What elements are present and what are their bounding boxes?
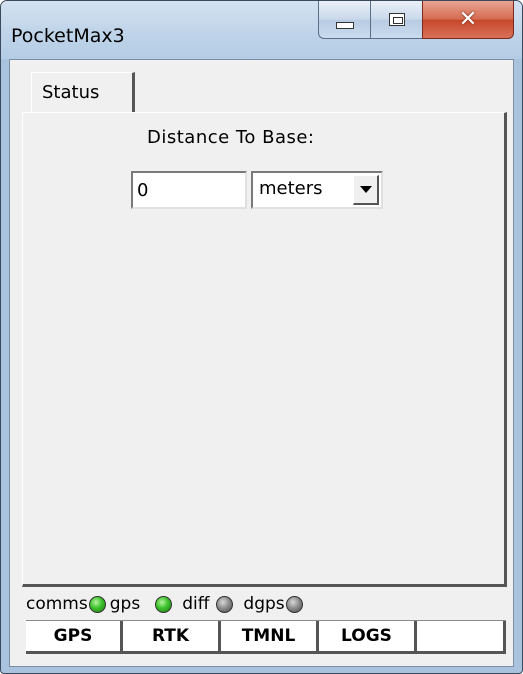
restore-icon bbox=[388, 13, 405, 26]
comms-led-icon bbox=[88, 595, 106, 613]
diff-led-icon bbox=[216, 595, 234, 613]
app-window: PocketMax3 ✕ Status Distance To Base: me… bbox=[0, 0, 523, 674]
tab-gps[interactable]: GPS bbox=[26, 621, 123, 651]
indicator-diff: diff bbox=[182, 594, 237, 614]
minimize-button[interactable] bbox=[318, 1, 370, 39]
maximize-button[interactable] bbox=[370, 1, 422, 39]
units-selected-value: meters bbox=[259, 178, 323, 199]
status-tab-panel: Distance To Base: meters bbox=[22, 112, 507, 587]
close-icon: ✕ bbox=[458, 7, 478, 32]
indicator-row: comms gps diff dgps bbox=[26, 590, 307, 618]
indicator-comms-label: comms bbox=[26, 594, 88, 614]
client-area: Status Distance To Base: meters comms gp… bbox=[9, 59, 514, 667]
window-controls: ✕ bbox=[318, 1, 514, 41]
tab-status[interactable]: Status bbox=[31, 72, 135, 112]
distance-to-base-label: Distance To Base: bbox=[147, 127, 315, 148]
window-title: PocketMax3 bbox=[11, 25, 125, 47]
tab-empty[interactable] bbox=[417, 621, 506, 651]
indicator-gps: gps bbox=[110, 594, 176, 614]
bottom-tab-bar: GPS RTK TMNL LOGS bbox=[26, 620, 506, 654]
indicator-comms: comms bbox=[26, 594, 110, 614]
tab-tmnl[interactable]: TMNL bbox=[221, 621, 319, 651]
indicator-dgps: dgps bbox=[243, 594, 306, 614]
gps-led-icon bbox=[155, 595, 173, 613]
dgps-led-icon bbox=[285, 595, 303, 613]
tab-logs[interactable]: LOGS bbox=[319, 621, 417, 651]
tab-status-label: Status bbox=[42, 82, 100, 103]
chevron-down-icon[interactable] bbox=[353, 175, 379, 205]
units-dropdown[interactable]: meters bbox=[251, 171, 383, 209]
minimize-icon bbox=[335, 22, 354, 29]
indicator-dgps-label: dgps bbox=[243, 594, 285, 614]
close-button[interactable]: ✕ bbox=[422, 1, 514, 39]
indicator-gps-label: gps bbox=[109, 594, 141, 614]
indicator-diff-label: diff bbox=[182, 594, 210, 614]
tab-rtk[interactable]: RTK bbox=[123, 621, 221, 651]
distance-input[interactable] bbox=[131, 171, 247, 209]
title-bar[interactable]: PocketMax3 ✕ bbox=[1, 1, 522, 59]
